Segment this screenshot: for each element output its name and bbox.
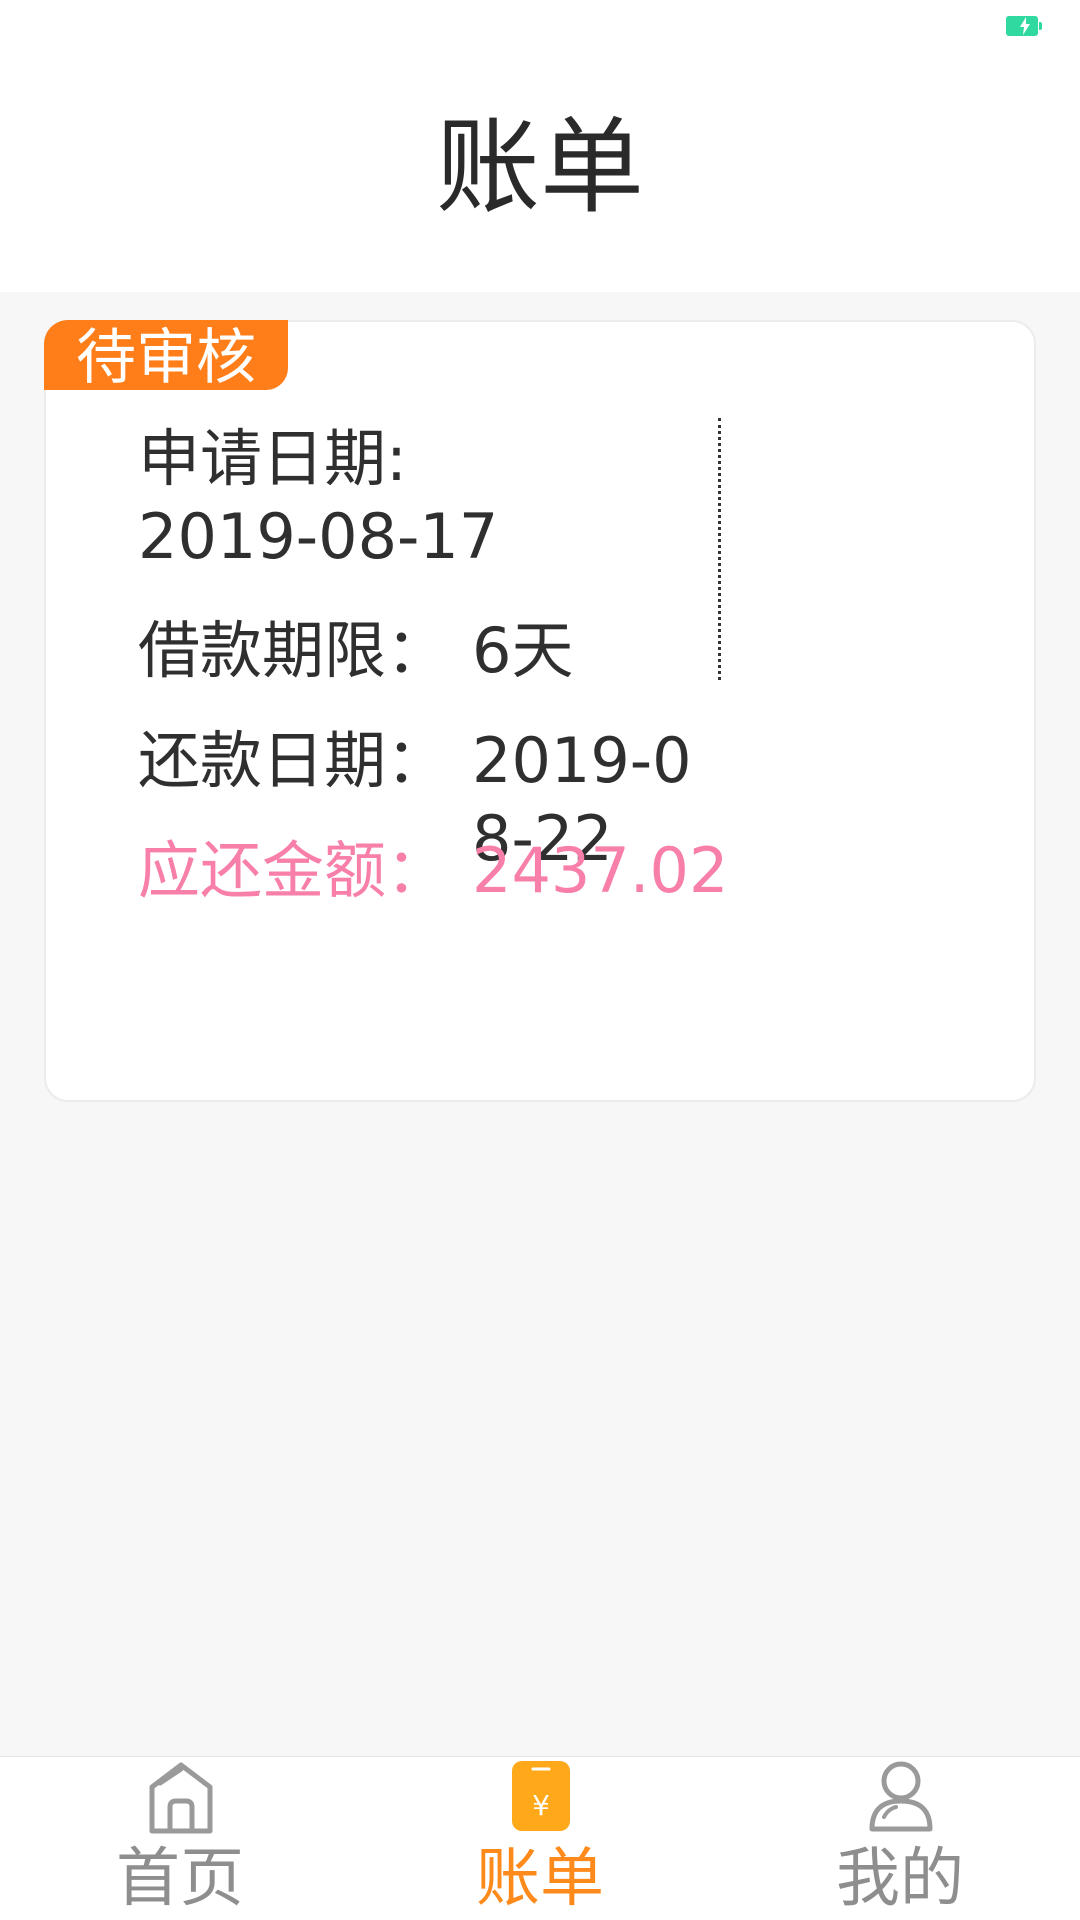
tab-home[interactable]: 首页 (0, 1757, 360, 1920)
tab-bar: 首页 ¥ 账单 我的 (0, 1756, 1080, 1920)
tab-bill-label: 账单 (476, 1842, 604, 1916)
screen: 账单 待审核 申请日期: 2019-08-17 借款期限： 6天 还款日期： 2… (0, 0, 1080, 1920)
apply-date-value: 2019-08-17 (138, 500, 499, 573)
page-title: 账单 (435, 106, 644, 228)
bill-card[interactable]: 待审核 申请日期: 2019-08-17 借款期限： 6天 还款日期： 2019… (44, 320, 1036, 1102)
svg-text:¥: ¥ (532, 1789, 550, 1822)
due-date-label: 还款日期： (138, 724, 449, 797)
status-badge: 待审核 (44, 320, 288, 390)
loan-term-label: 借款期限： (138, 614, 449, 687)
header: 账单 (0, 60, 1080, 292)
tab-home-label: 首页 (116, 1842, 244, 1916)
tab-bill[interactable]: ¥ 账单 (360, 1757, 720, 1920)
home-icon (146, 1757, 216, 1835)
amount-due-row: 应还金额： 2437.02 (138, 832, 838, 912)
user-icon (866, 1757, 936, 1835)
amount-due-label: 应还金额： (138, 834, 449, 907)
bill-icon: ¥ (506, 1757, 576, 1835)
tab-mine[interactable]: 我的 (720, 1757, 1080, 1920)
apply-date-label: 申请日期: (138, 422, 407, 495)
loan-term-row: 借款期限： 6天 (138, 612, 738, 692)
amount-due-value: 2437.02 (472, 834, 729, 907)
loan-term-value: 6天 (472, 614, 574, 687)
battery-charging-icon (1006, 16, 1042, 36)
status-bar (0, 0, 1080, 60)
tab-mine-label: 我的 (836, 1842, 964, 1916)
apply-date-row: 申请日期: 2019-08-17 (138, 420, 638, 580)
